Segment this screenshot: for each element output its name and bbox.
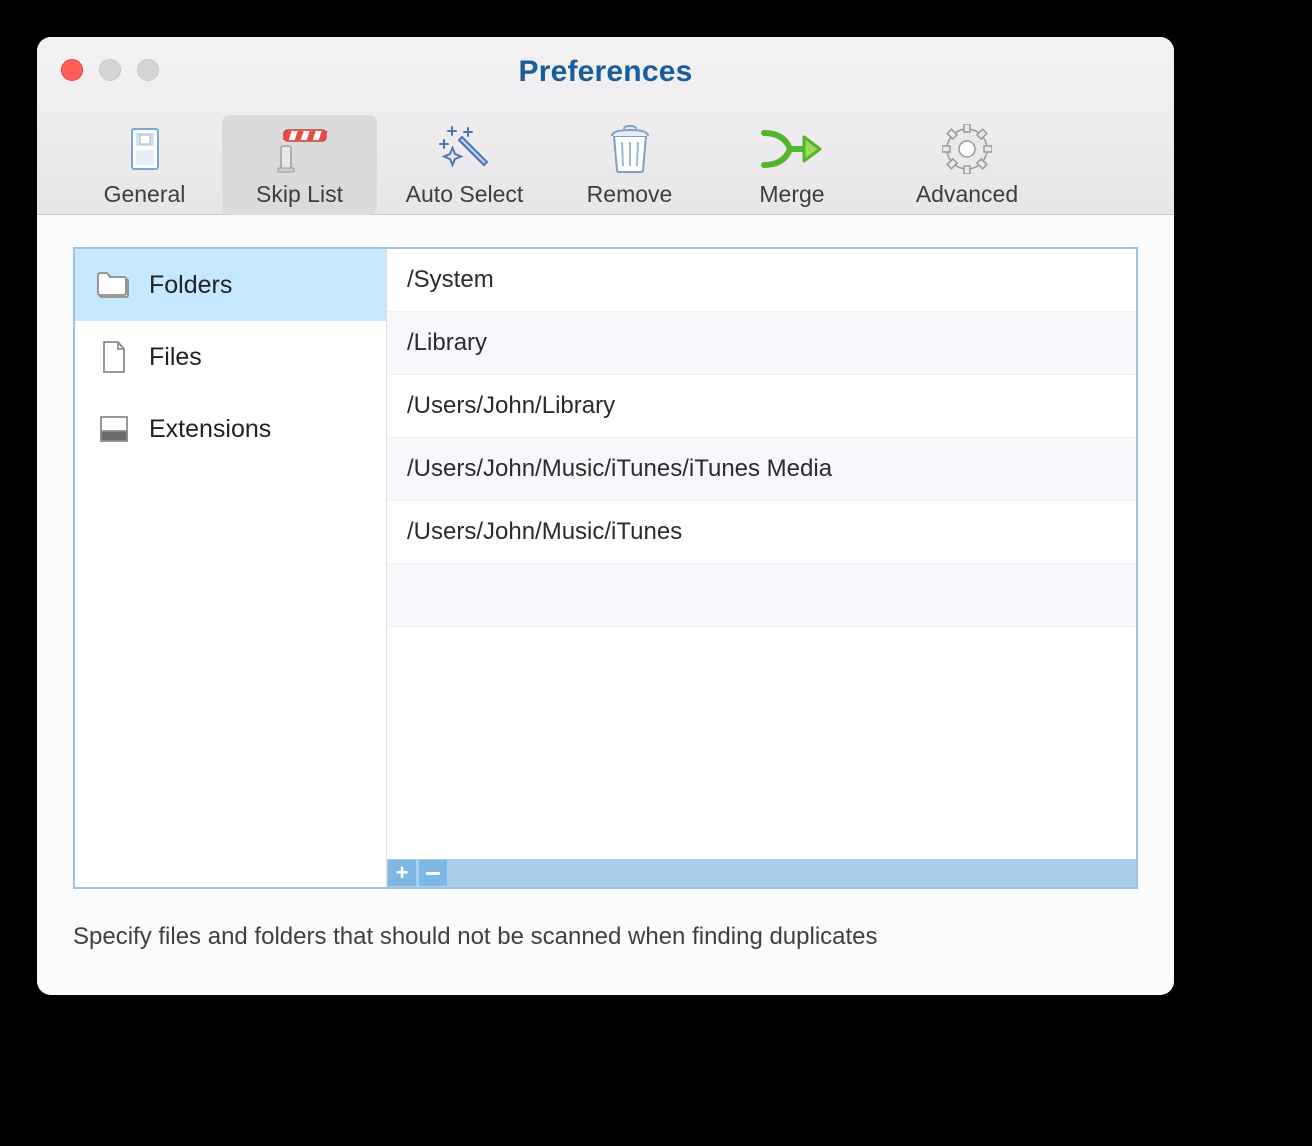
- sidebar-item-label: Files: [149, 343, 202, 372]
- path-row-empty: [387, 564, 1136, 627]
- sidebar-item-label: Extensions: [149, 415, 271, 444]
- extension-icon: [97, 412, 131, 446]
- tab-label: Merge: [759, 181, 824, 208]
- path-list-area: /System /Library /Users/John/Library /Us…: [387, 249, 1136, 887]
- path-row[interactable]: /Users/John/Music/iTunes: [387, 501, 1136, 564]
- tab-auto-select[interactable]: Auto Select: [377, 115, 552, 215]
- path-text: /Users/John/Music/iTunes: [407, 518, 682, 546]
- sidebar-item-files[interactable]: Files: [75, 321, 386, 393]
- tab-advanced[interactable]: Advanced: [877, 115, 1057, 215]
- tab-merge[interactable]: Merge: [707, 115, 877, 215]
- path-text: /System: [407, 266, 494, 294]
- preferences-window: Preferences General: [37, 37, 1174, 995]
- tab-remove[interactable]: Remove: [552, 115, 707, 215]
- path-row[interactable]: /Users/John/Music/iTunes/iTunes Media: [387, 438, 1136, 501]
- tab-label: General: [104, 181, 186, 208]
- sidebar-item-label: Folders: [149, 271, 232, 300]
- path-row[interactable]: /Users/John/Library: [387, 375, 1136, 438]
- path-row[interactable]: /Library: [387, 312, 1136, 375]
- add-button[interactable]: +: [388, 860, 416, 886]
- plus-icon: +: [396, 860, 409, 886]
- gear-icon: [942, 123, 992, 175]
- tab-label: Skip List: [256, 181, 343, 208]
- titlebar: Preferences General: [37, 37, 1174, 215]
- category-sidebar: Folders Files: [75, 249, 387, 887]
- path-list[interactable]: /System /Library /Users/John/Library /Us…: [387, 249, 1136, 859]
- document-icon: [97, 340, 131, 374]
- path-text: /Users/John/Library: [407, 392, 615, 420]
- wand-sparkle-icon: [438, 123, 492, 175]
- skip-list-panel: Folders Files: [73, 247, 1138, 889]
- sidebar-item-folders[interactable]: Folders: [75, 249, 386, 321]
- barrier-icon: [272, 123, 328, 175]
- sidebar-item-extensions[interactable]: Extensions: [75, 393, 386, 465]
- tab-general[interactable]: General: [67, 115, 222, 215]
- path-text: /Library: [407, 329, 487, 357]
- tab-skip-list[interactable]: Skip List: [222, 115, 377, 215]
- remove-button[interactable]: [419, 860, 447, 886]
- list-footer: +: [387, 859, 1136, 887]
- description-text: Specify files and folders that should no…: [73, 923, 1138, 951]
- trash-icon: [607, 123, 653, 175]
- window-title: Preferences: [37, 55, 1174, 89]
- toolbar-tabs: General: [67, 115, 1144, 215]
- content-area: Folders Files: [37, 215, 1174, 995]
- minus-icon: [426, 872, 440, 875]
- switch-icon: [121, 123, 169, 175]
- path-row[interactable]: /System: [387, 249, 1136, 312]
- tab-label: Advanced: [916, 181, 1018, 208]
- merge-arrow-icon: [760, 123, 824, 175]
- folder-icon: [97, 268, 131, 302]
- path-text: /Users/John/Music/iTunes/iTunes Media: [407, 455, 832, 483]
- tab-label: Auto Select: [406, 181, 524, 208]
- tab-label: Remove: [587, 181, 673, 208]
